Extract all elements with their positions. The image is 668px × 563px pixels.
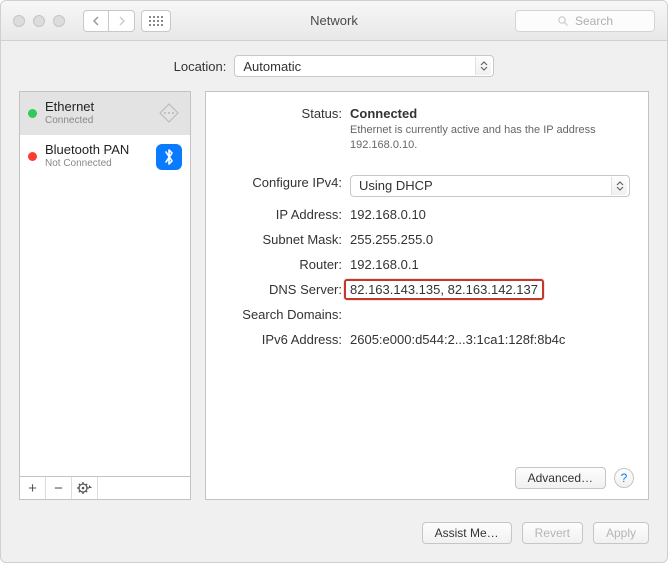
titlebar: Network Search xyxy=(1,1,667,41)
show-all-button[interactable] xyxy=(141,10,171,32)
subnet-mask-value: 255.255.255.0 xyxy=(350,232,634,247)
subnet-mask-row: Subnet Mask: 255.255.255.0 xyxy=(220,232,634,247)
service-details: Status: Connected Ethernet is currently … xyxy=(205,91,649,500)
apply-button[interactable]: Apply xyxy=(593,522,649,544)
ip-address-label: IP Address: xyxy=(220,207,350,222)
search-placeholder: Search xyxy=(575,14,613,28)
remove-service-button[interactable]: − xyxy=(46,477,72,499)
dns-server-value: 82.163.143.135, 82.163.142.137 xyxy=(344,279,544,300)
location-label: Location: xyxy=(174,59,227,74)
assist-me-button[interactable]: Assist Me… xyxy=(422,522,512,544)
revert-button[interactable]: Revert xyxy=(522,522,583,544)
action-menu-button[interactable] xyxy=(72,477,98,499)
configure-ipv4-row: Configure IPv4: Using DHCP xyxy=(220,175,634,197)
minimize-window-button[interactable] xyxy=(33,15,45,27)
network-prefs-window: Network Search Location: Automatic Ether… xyxy=(0,0,668,563)
ipv6-address-label: IPv6 Address: xyxy=(220,332,350,347)
configure-ipv4-value: Using DHCP xyxy=(359,178,433,193)
status-description: Ethernet is currently active and has the… xyxy=(350,123,634,153)
search-domains-row: Search Domains: xyxy=(220,307,634,322)
chevron-updown-icon xyxy=(475,57,491,75)
ipv6-address-value: 2605:e000:d544:2...3:1ca1:128f:8b4c xyxy=(350,332,634,347)
router-row: Router: 192.168.0.1 xyxy=(220,257,634,272)
ip-address-value: 192.168.0.10 xyxy=(350,207,634,222)
service-name: Bluetooth PAN xyxy=(45,143,129,158)
sidebar-footer: + − xyxy=(19,476,191,500)
help-button[interactable]: ? xyxy=(614,468,634,488)
search-field[interactable]: Search xyxy=(515,10,655,32)
window-controls xyxy=(1,15,65,27)
close-window-button[interactable] xyxy=(13,15,25,27)
search-domains-label: Search Domains: xyxy=(220,307,350,322)
content-area: Ethernet Connected Bluetooth PAN Not Con… xyxy=(1,91,667,510)
add-service-button[interactable]: + xyxy=(20,477,46,499)
service-status: Connected xyxy=(45,115,94,127)
service-status: Not Connected xyxy=(45,158,129,170)
bluetooth-icon xyxy=(156,144,182,170)
search-icon xyxy=(557,15,569,27)
details-footer: Advanced… ? xyxy=(220,467,634,489)
router-label: Router: xyxy=(220,257,350,272)
status-label: Status: xyxy=(220,106,350,121)
status-dot-icon xyxy=(28,152,37,161)
forward-button[interactable] xyxy=(109,10,135,32)
grid-icon xyxy=(149,16,163,26)
bottom-bar: Assist Me… Revert Apply xyxy=(1,510,667,562)
status-value: Connected xyxy=(350,106,634,121)
status-dot-icon xyxy=(28,109,37,118)
dns-server-row: DNS Server: 82.163.143.135, 82.163.142.1… xyxy=(220,282,634,297)
advanced-button[interactable]: Advanced… xyxy=(515,467,606,489)
nav-buttons xyxy=(83,10,135,32)
status-row: Status: Connected Ethernet is currently … xyxy=(220,106,634,153)
location-bar: Location: Automatic xyxy=(1,41,667,91)
subnet-mask-label: Subnet Mask: xyxy=(220,232,350,247)
configure-ipv4-popup[interactable]: Using DHCP xyxy=(350,175,630,197)
router-value: 192.168.0.1 xyxy=(350,257,634,272)
location-value: Automatic xyxy=(243,59,301,74)
service-item-ethernet[interactable]: Ethernet Connected xyxy=(20,92,190,135)
location-popup[interactable]: Automatic xyxy=(234,55,494,77)
chevron-updown-icon xyxy=(611,177,627,195)
service-item-bluetooth-pan[interactable]: Bluetooth PAN Not Connected xyxy=(20,135,190,178)
services-list: Ethernet Connected Bluetooth PAN Not Con… xyxy=(19,91,191,476)
ipv6-address-row: IPv6 Address: 2605:e000:d544:2...3:1ca1:… xyxy=(220,332,634,347)
ethernet-icon xyxy=(156,100,182,126)
gear-icon xyxy=(76,481,94,495)
configure-ipv4-label: Configure IPv4: xyxy=(220,175,350,190)
service-name: Ethernet xyxy=(45,100,94,115)
ip-address-row: IP Address: 192.168.0.10 xyxy=(220,207,634,222)
back-button[interactable] xyxy=(83,10,109,32)
dns-server-label: DNS Server: xyxy=(220,282,350,297)
services-sidebar: Ethernet Connected Bluetooth PAN Not Con… xyxy=(19,91,191,500)
zoom-window-button[interactable] xyxy=(53,15,65,27)
